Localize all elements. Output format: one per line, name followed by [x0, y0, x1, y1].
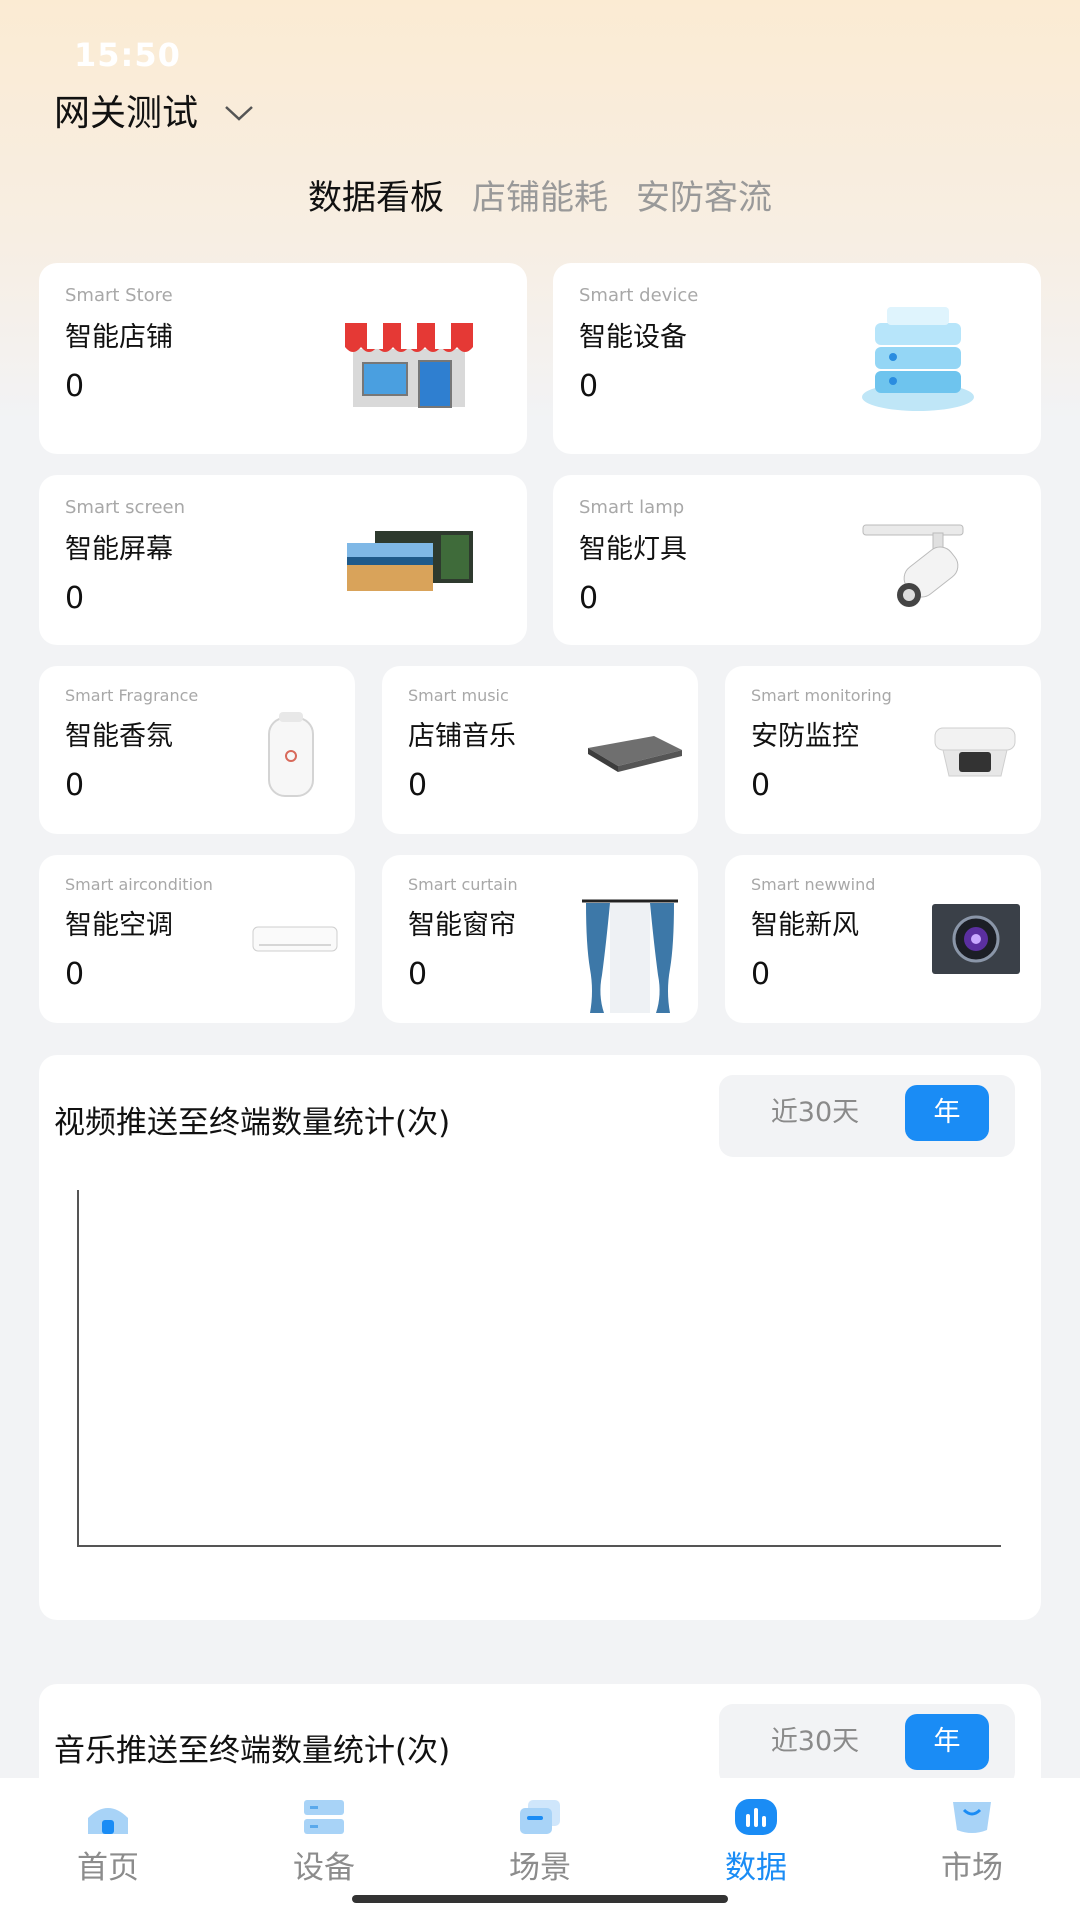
scene-icon: [520, 1800, 560, 1834]
card-en-label: Smart lamp: [579, 497, 685, 518]
camera-icon: [934, 727, 1016, 777]
card-title: 智能灯具: [579, 534, 687, 565]
card-count: 0: [751, 768, 771, 803]
nav-home[interactable]: 首页: [38, 1798, 178, 1887]
tab-security-traffic[interactable]: 安防客流: [636, 170, 772, 219]
chart-card-video: 视频推送至终端数量统计(次) 近30天 年: [39, 1055, 1041, 1620]
card-title: 店铺音乐: [408, 721, 516, 752]
card-smart-screen[interactable]: Smart screen 智能屏幕 0: [39, 475, 527, 645]
card-smart-store[interactable]: Smart Store 智能店铺 0: [39, 263, 527, 454]
card-count: 0: [579, 369, 599, 404]
aircon-icon: [252, 926, 338, 952]
range-toggle: 近30天 年: [719, 1075, 1015, 1157]
range-year[interactable]: 年: [905, 1085, 989, 1141]
fragrance-icon: [268, 712, 314, 797]
range-30-days[interactable]: 近30天: [735, 1085, 895, 1141]
card-en-label: Smart Fragrance: [65, 686, 199, 705]
card-title: 智能设备: [579, 322, 687, 353]
chart-title: 视频推送至终端数量统计(次): [54, 1105, 451, 1141]
card-en-label: Smart Store: [65, 285, 173, 306]
tab-data-board[interactable]: 数据看板: [308, 170, 444, 219]
card-smart-fragrance[interactable]: Smart Fragrance 智能香氛 0: [39, 666, 355, 834]
chart-y-axis: [77, 1190, 79, 1547]
card-title: 安防监控: [751, 721, 859, 752]
chart-title: 音乐推送至终端数量统计(次): [54, 1733, 451, 1769]
data-chart-icon: [735, 1799, 777, 1835]
card-title: 智能窗帘: [408, 910, 516, 941]
gateway-name: 网关测试: [54, 93, 199, 134]
chevron-down-icon: [225, 106, 253, 121]
card-count: 0: [408, 957, 428, 992]
fresh-air-icon: [932, 904, 1020, 974]
card-smart-fresh-air[interactable]: Smart newwind 智能新风 0: [725, 855, 1041, 1023]
card-count: 0: [65, 768, 85, 803]
card-count: 0: [579, 581, 599, 616]
market-bag-icon: [953, 1802, 991, 1833]
card-count: 0: [65, 581, 85, 616]
range-year[interactable]: 年: [905, 1714, 989, 1770]
home-icon: [88, 1808, 128, 1834]
card-smart-device[interactable]: Smart device 智能设备 0: [553, 263, 1041, 454]
card-smart-curtain[interactable]: Smart curtain 智能窗帘 0: [382, 855, 698, 1023]
nav-label: 场景: [509, 1850, 571, 1886]
tab-store-energy[interactable]: 店铺能耗: [472, 170, 608, 219]
card-security-monitoring[interactable]: Smart monitoring 安防监控 0: [725, 666, 1041, 834]
nav-label: 首页: [77, 1850, 139, 1886]
screen-icon: [347, 531, 473, 591]
card-title: 智能新风: [751, 910, 859, 941]
store-icon: [345, 323, 473, 408]
card-count: 0: [65, 957, 85, 992]
dashboard-tabs: 数据看板 店铺能耗 安防客流: [0, 170, 1080, 219]
card-en-label: Smart curtain: [408, 875, 518, 894]
curtain-icon: [582, 899, 678, 1013]
card-title: 智能屏幕: [65, 534, 173, 565]
card-count: 0: [408, 768, 428, 803]
nav-scene[interactable]: 场景: [470, 1798, 610, 1887]
server-icon: [862, 307, 974, 411]
card-store-music[interactable]: Smart music 店铺音乐 0: [382, 666, 698, 834]
nav-label: 市场: [941, 1850, 1003, 1886]
lamp-icon: [862, 524, 964, 607]
gateway-selector[interactable]: 网关测试: [54, 84, 254, 136]
card-count: 0: [65, 369, 85, 404]
card-count: 0: [751, 957, 771, 992]
range-toggle: 近30天 年: [719, 1704, 1015, 1786]
card-en-label: Smart music: [408, 686, 509, 705]
nav-label: 数据: [725, 1850, 787, 1886]
nav-label: 设备: [293, 1850, 355, 1886]
card-en-label: Smart newwind: [751, 875, 876, 894]
card-smart-aircondition[interactable]: Smart aircondition 智能空调 0: [39, 855, 355, 1023]
range-30-days[interactable]: 近30天: [735, 1714, 895, 1770]
nav-device[interactable]: 设备: [254, 1798, 394, 1887]
card-en-label: Smart aircondition: [65, 875, 213, 894]
device-icon: [304, 1800, 344, 1834]
home-indicator: [352, 1895, 728, 1903]
card-en-label: Smart monitoring: [751, 686, 892, 705]
status-time: 15:50: [74, 36, 181, 74]
nav-data[interactable]: 数据: [686, 1798, 826, 1887]
card-smart-lamp[interactable]: Smart lamp 智能灯具 0: [553, 475, 1041, 645]
card-title: 智能香氛: [65, 721, 173, 752]
card-title: 智能店铺: [65, 322, 173, 353]
card-en-label: Smart screen: [65, 497, 186, 518]
music-box-icon: [588, 736, 682, 772]
card-en-label: Smart device: [579, 285, 699, 306]
card-title: 智能空调: [65, 910, 173, 941]
nav-market[interactable]: 市场: [902, 1798, 1042, 1887]
chart-x-axis: [77, 1545, 1001, 1547]
